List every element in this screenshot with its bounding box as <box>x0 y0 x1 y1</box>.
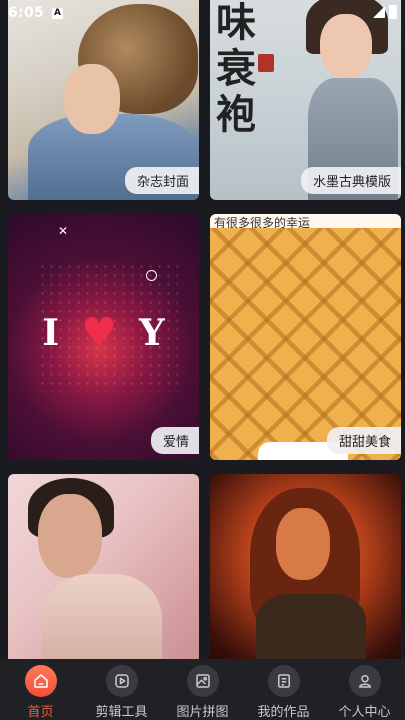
waffle-photo <box>210 228 401 460</box>
template-grid: 杂志封面 味 衰 袍 水墨古典模版 ✕ I ♥ Y 爱情 有很多很多的幸运 甜甜… <box>0 0 405 674</box>
tab-label: 图片拼图 <box>176 705 229 720</box>
app-screen: 杂志封面 味 衰 袍 水墨古典模版 ✕ I ♥ Y 爱情 有很多很多的幸运 甜甜… <box>0 0 405 720</box>
status-bar: 6:05 A <box>0 0 405 26</box>
heart-icon: ♥ <box>81 309 117 356</box>
template-label: 爱情 <box>150 427 199 454</box>
signal-icon <box>373 6 385 18</box>
card-photo-face <box>276 508 330 580</box>
status-indicators <box>373 5 397 19</box>
template-card-sweet-food[interactable]: 有很多很多的幸运 甜甜美食 <box>210 214 401 460</box>
template-card-love[interactable]: ✕ I ♥ Y 爱情 <box>8 214 199 460</box>
template-label: 甜甜美食 <box>326 427 401 454</box>
battery-icon <box>389 5 397 19</box>
bottom-nav: 首页 剪辑工具 图片拼图 我的作品 个人中心 <box>0 659 405 720</box>
template-label: 杂志封面 <box>124 167 199 194</box>
tab-label: 首页 <box>27 705 54 720</box>
template-card-magazine[interactable]: 杂志封面 <box>8 0 199 200</box>
image-icon <box>186 665 219 697</box>
tab-edit-tools[interactable]: 剪辑工具 <box>81 659 162 720</box>
sparkle-icon: ✕ <box>58 224 69 238</box>
template-card-bride[interactable] <box>8 474 199 674</box>
tab-profile[interactable]: 个人中心 <box>324 659 405 720</box>
notification-icon: A <box>52 7 64 19</box>
artwork-letter-i: I <box>42 312 60 354</box>
status-time: 6:05 <box>8 5 45 21</box>
tab-label: 个人中心 <box>338 705 391 720</box>
tab-home[interactable]: 首页 <box>0 659 81 720</box>
card-photo-face <box>38 494 102 578</box>
tab-label: 我的作品 <box>257 705 310 720</box>
card-photo-face <box>64 64 120 134</box>
template-label: 水墨古典模版 <box>300 167 401 194</box>
tab-photo-collage[interactable]: 图片拼图 <box>162 659 243 720</box>
seal-stamp <box>258 54 274 72</box>
love-artwork: I ♥ Y <box>8 312 199 354</box>
user-icon <box>348 665 381 697</box>
template-card-portrait[interactable] <box>210 474 401 674</box>
tab-label: 剪辑工具 <box>95 705 148 720</box>
home-icon <box>24 665 57 697</box>
artwork-letter-y: Y <box>139 312 165 354</box>
template-card-ink-classic[interactable]: 味 衰 袍 水墨古典模版 <box>210 0 401 200</box>
ring-icon <box>146 270 157 281</box>
play-icon <box>105 665 138 697</box>
tab-my-works[interactable]: 我的作品 <box>243 659 324 720</box>
document-icon <box>267 665 300 697</box>
